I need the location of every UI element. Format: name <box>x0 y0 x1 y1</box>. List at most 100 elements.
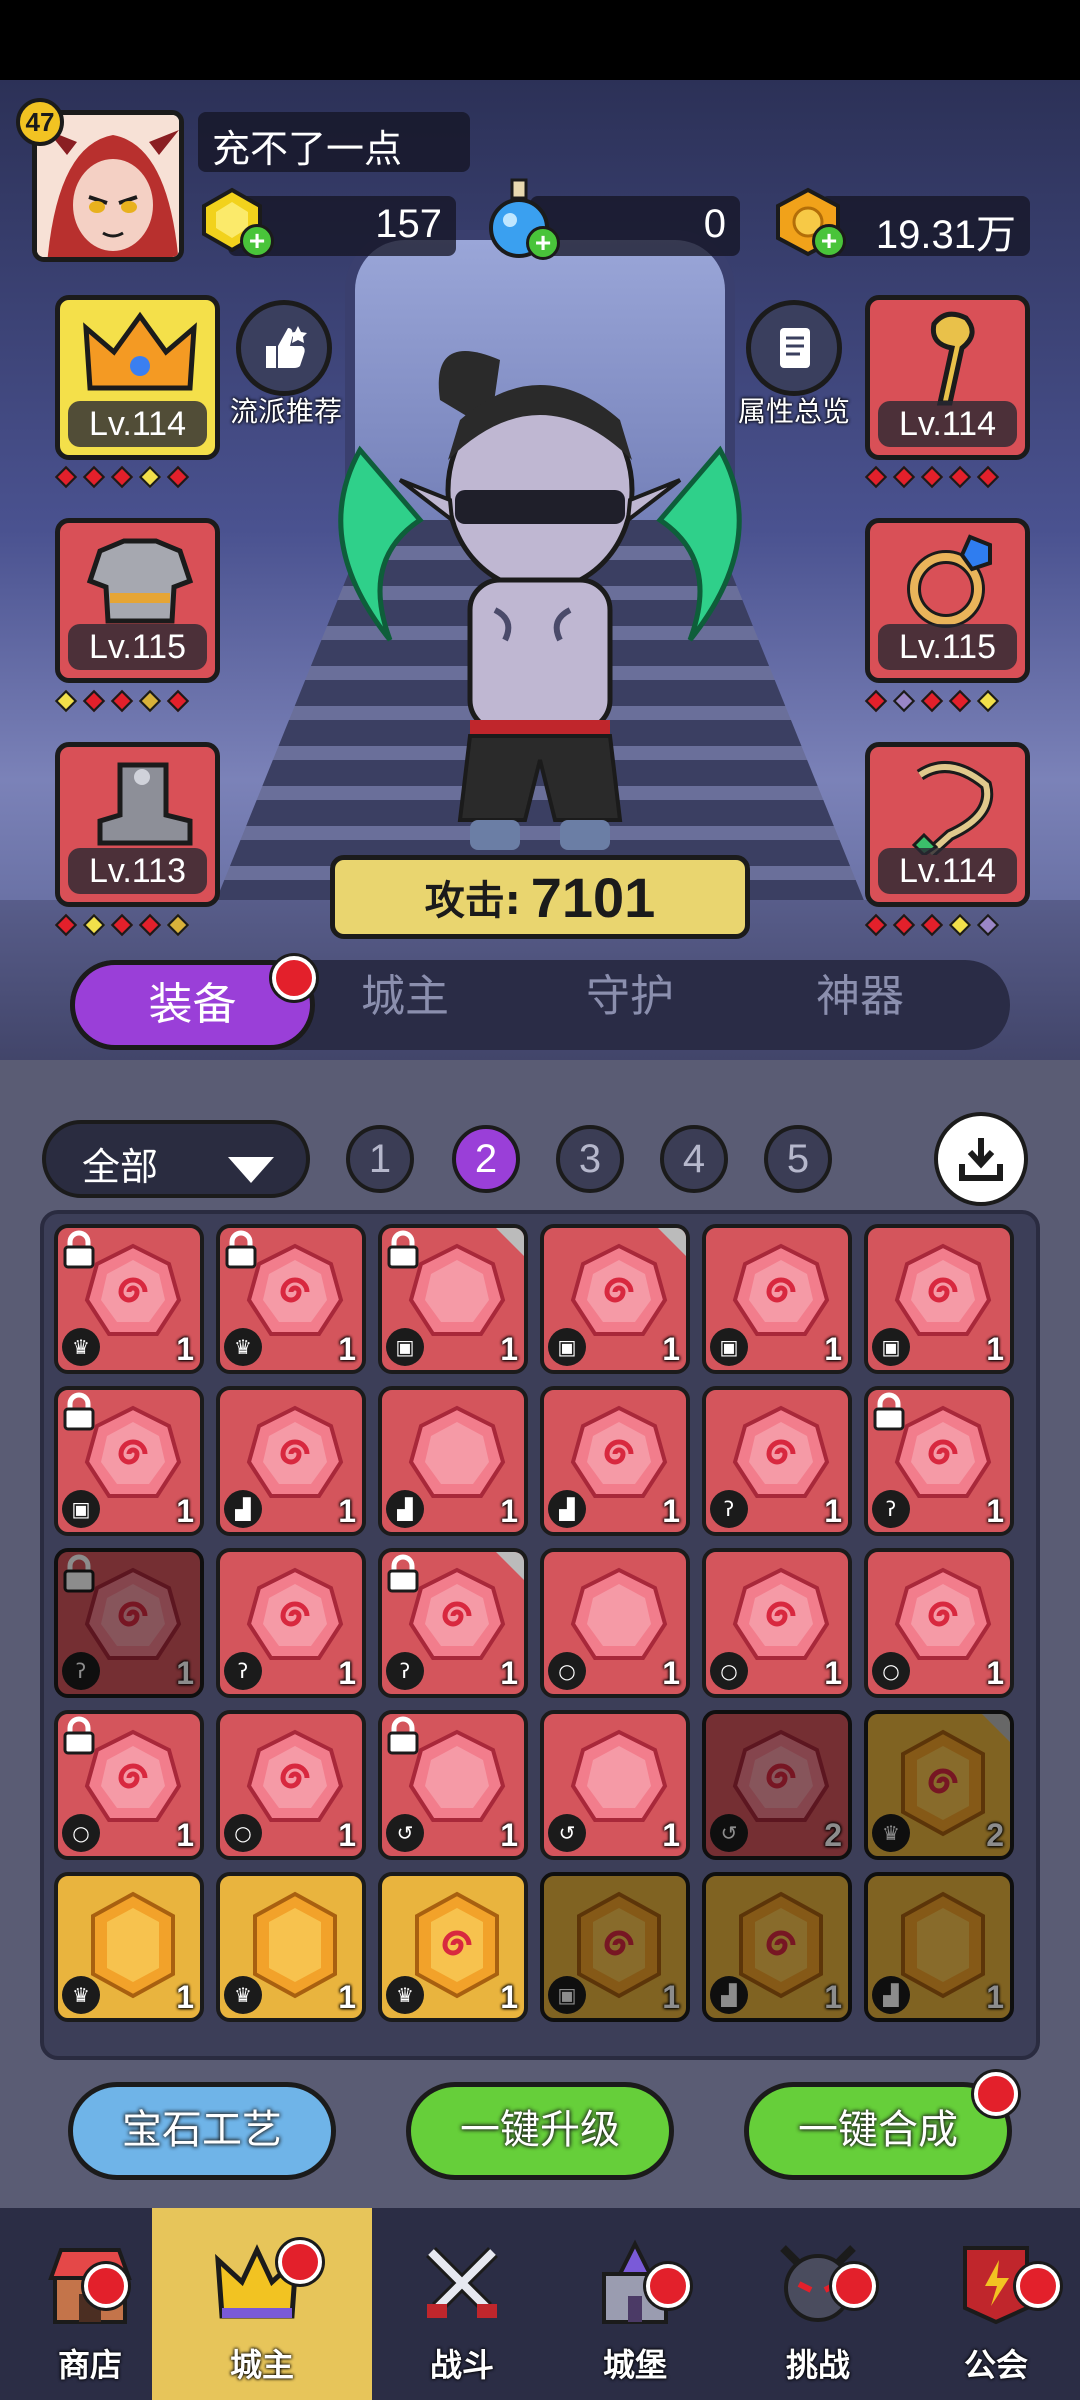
gem-icon <box>407 1566 507 1670</box>
equip-slot-amulet[interactable]: Lv.114 <box>865 742 1030 907</box>
gem-item[interactable]: ▟ 1 <box>702 1872 852 2022</box>
gem-item[interactable]: ▣ 1 <box>540 1224 690 1374</box>
filter-dropdown[interactable]: 全部 <box>42 1120 310 1198</box>
one-click-upgrade-button[interactable]: 一键升级 <box>406 2082 674 2180</box>
gem-count: 1 <box>338 1655 356 1691</box>
nav-castle[interactable]: 城堡 <box>545 2208 725 2400</box>
tab-lord[interactable]: 城主 <box>315 960 495 1050</box>
shop-notification-dot <box>84 2264 128 2308</box>
gem-item[interactable]: ♛ 1 <box>216 1224 366 1374</box>
equip-slot-boots[interactable]: Lv.113 <box>55 742 220 907</box>
page-2-button[interactable]: 2 <box>452 1125 520 1193</box>
gem-item[interactable]: ▣ 1 <box>54 1386 204 1536</box>
gem-item[interactable]: ▣ 1 <box>864 1224 1014 1374</box>
add-gold-button[interactable]: + <box>812 224 846 258</box>
gem-item[interactable]: ▟ 1 <box>216 1386 366 1536</box>
gem-item[interactable]: ▟ 1 <box>540 1386 690 1536</box>
gem-count: 1 <box>338 1331 356 1367</box>
gem-count: 1 <box>176 1655 194 1691</box>
gem-item[interactable]: ♛ 1 <box>54 1224 204 1374</box>
equip-slot-armor[interactable]: Lv.115 <box>55 518 220 683</box>
page-5-button[interactable]: 5 <box>764 1125 832 1193</box>
equip-slot-crown[interactable]: Lv.114 <box>55 295 220 460</box>
attribute-overview-label: 属性总览 <box>737 395 850 428</box>
gem-item[interactable]: ○ 1 <box>864 1548 1014 1698</box>
scroll-icon <box>780 328 810 368</box>
gem-item[interactable]: ʔ1 <box>216 1548 366 1698</box>
save-loadout-button[interactable] <box>934 1112 1028 1206</box>
equip-type-icon: ▣ <box>386 1328 424 1366</box>
gem-item[interactable]: ♛ 1 <box>378 1872 528 2022</box>
hero-character[interactable] <box>320 340 760 860</box>
equip-gem-dots <box>54 465 190 489</box>
gem-item[interactable]: ʔ1 <box>378 1548 528 1698</box>
gem-item[interactable]: ○ 1 <box>216 1710 366 1860</box>
download-icon <box>959 1138 1003 1181</box>
equip-type-icon: ▣ <box>710 1328 748 1366</box>
gem-icon <box>83 1728 183 1832</box>
gem-item[interactable]: ▣ 1 <box>378 1224 528 1374</box>
gem-count: 1 <box>662 1979 680 2015</box>
nav-lord[interactable]: 城主 <box>152 2208 372 2400</box>
gem-item[interactable]: ▣ 1 <box>702 1224 852 1374</box>
add-diamond-button[interactable]: + <box>240 224 274 258</box>
corner-marker <box>496 1552 524 1580</box>
gem-item[interactable]: ▟ 1 <box>864 1872 1014 2022</box>
gem-item[interactable]: ʔ1 <box>54 1548 204 1698</box>
gem-item[interactable]: ♛ 2 <box>864 1710 1014 1860</box>
gem-item[interactable]: ↺ 1 <box>378 1710 528 1860</box>
gem-item[interactable]: ↺ 2 <box>702 1710 852 1860</box>
gem-slot-dot <box>892 465 916 489</box>
attribute-overview-button[interactable] <box>746 300 842 396</box>
recommend-button[interactable] <box>236 300 332 396</box>
gem-slot-dot <box>110 689 134 713</box>
lock-icon <box>872 1392 906 1432</box>
page-4-button[interactable]: 4 <box>660 1125 728 1193</box>
crossed-swords-icon <box>426 2247 498 2318</box>
lock-icon <box>386 1230 420 1270</box>
gem-slot-dot <box>138 913 162 937</box>
gem-slot-dot <box>920 465 944 489</box>
recommend-label: 流派推荐 <box>229 395 342 428</box>
one-click-merge-button[interactable]: 一键合成 <box>744 2082 1012 2180</box>
gem-slot-dot <box>110 913 134 937</box>
gem-item[interactable]: ○ 1 <box>540 1548 690 1698</box>
gem-icon <box>569 1404 669 1508</box>
page-1-button[interactable]: 1 <box>346 1125 414 1193</box>
gem-item[interactable]: ○ 1 <box>702 1548 852 1698</box>
gem-count: 1 <box>500 1331 518 1367</box>
gem-icon <box>83 1242 183 1346</box>
merge-notification-dot <box>974 2072 1018 2116</box>
gem-item[interactable]: ↺ 1 <box>540 1710 690 1860</box>
gem-item[interactable]: ♛ 1 <box>54 1872 204 2022</box>
gem-craft-button[interactable]: 宝石工艺 <box>68 2082 336 2180</box>
gem-item[interactable]: ▟ 1 <box>378 1386 528 1536</box>
gem-icon <box>83 1566 183 1670</box>
gem-icon <box>893 1242 993 1346</box>
gem-count: 2 <box>824 1817 842 1853</box>
nav-challenge[interactable]: 挑战 <box>728 2208 908 2400</box>
equip-type-icon: ʔ <box>224 1652 262 1690</box>
equip-type-icon: ♛ <box>62 1976 100 2014</box>
equip-level: Lv.115 <box>878 624 1017 670</box>
gem-item[interactable]: ○ 1 <box>54 1710 204 1860</box>
gem-slot-dot <box>920 913 944 937</box>
tab-artifact[interactable]: 神器 <box>770 960 950 1050</box>
gem-item[interactable]: ▣ 1 <box>540 1872 690 2022</box>
gem-item[interactable]: ʔ1 <box>864 1386 1014 1536</box>
add-potion-button[interactable]: + <box>526 226 560 260</box>
gem-slot-dot <box>976 913 1000 937</box>
equip-slot-staff[interactable]: Lv.114 <box>865 295 1030 460</box>
gem-count: 1 <box>662 1817 680 1853</box>
page-3-button[interactable]: 3 <box>556 1125 624 1193</box>
gem-item[interactable]: ♛ 1 <box>216 1872 366 2022</box>
lock-icon <box>62 1230 96 1270</box>
tab-guard[interactable]: 守护 <box>540 960 720 1050</box>
nav-guild[interactable]: 公会 <box>906 2208 1080 2400</box>
gem-slot-dot <box>166 465 190 489</box>
nav-battle[interactable]: 战斗 <box>372 2208 552 2400</box>
attack-value: 7101 <box>530 865 656 929</box>
gem-slot-dot <box>82 465 106 489</box>
gem-item[interactable]: ʔ1 <box>702 1386 852 1536</box>
equip-slot-ring[interactable]: Lv.115 <box>865 518 1030 683</box>
